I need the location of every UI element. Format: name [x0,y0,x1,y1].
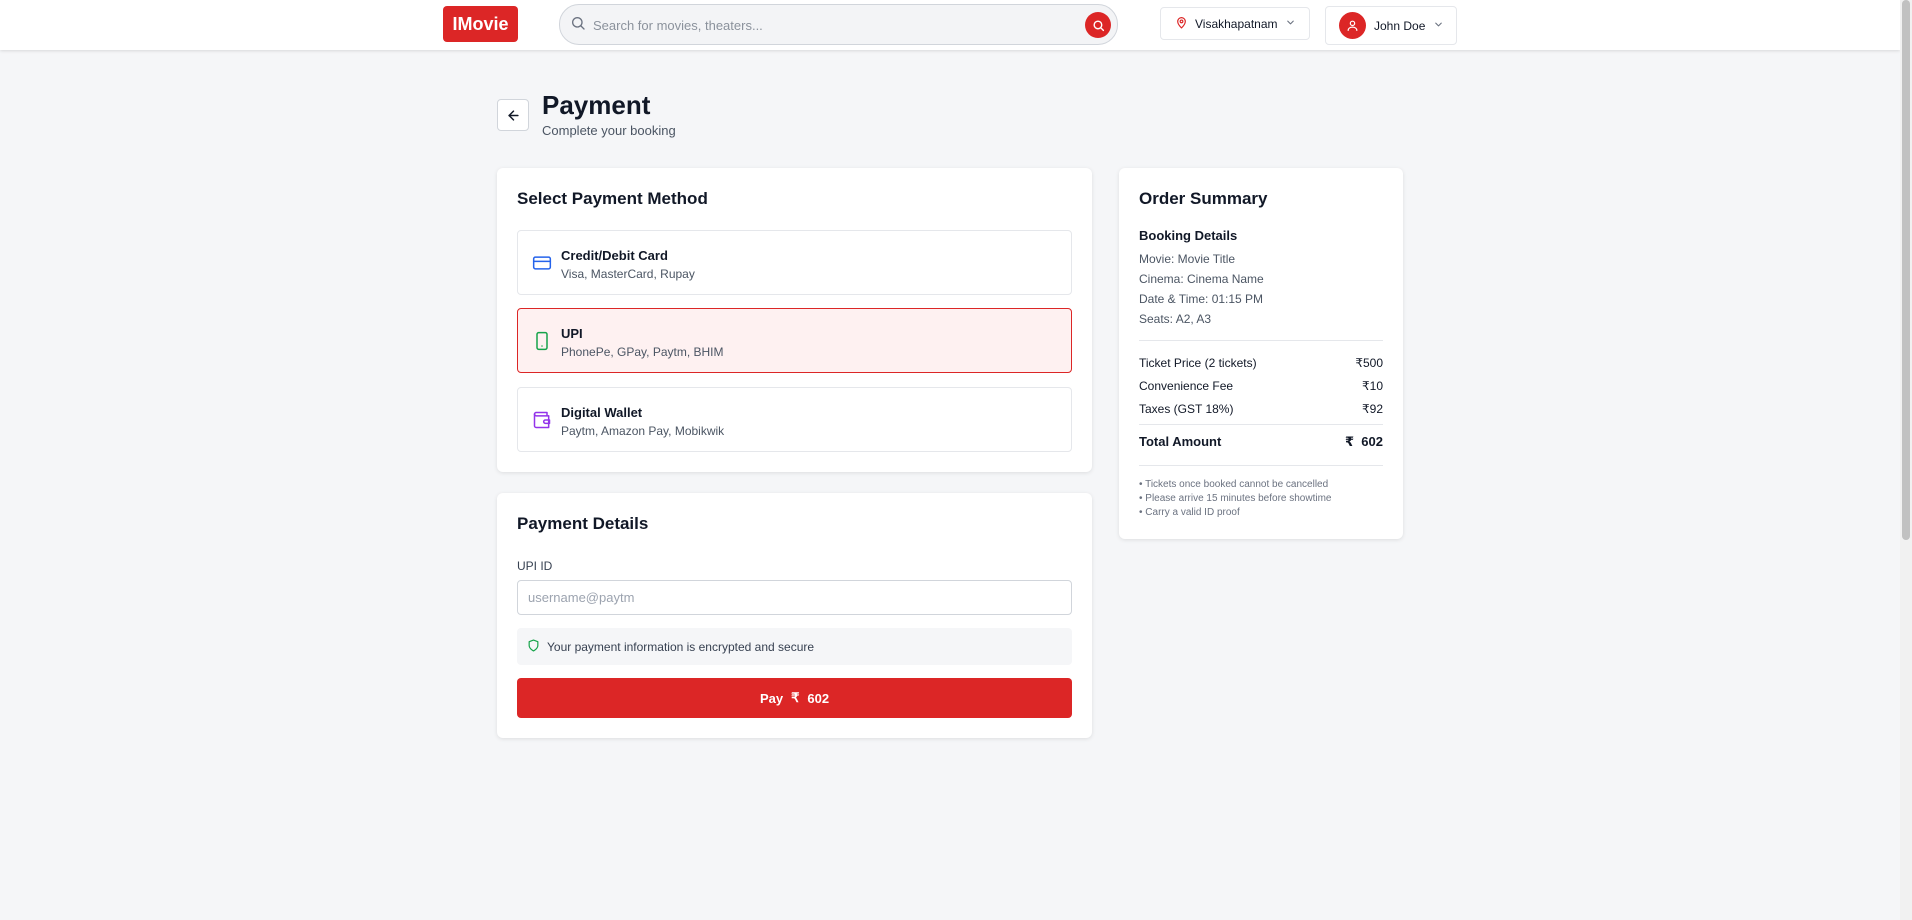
search-bar [559,4,1118,45]
total-row: Total Amount ₹ 602 [1139,434,1383,450]
location-label: Visakhapatnam [1195,16,1278,31]
booking-movie: Movie: Movie Title [1139,252,1236,266]
search-input[interactable] [593,14,1063,36]
total-value: ₹ 602 [1345,434,1383,449]
price-value: ₹92 [1362,402,1383,416]
arrow-left-icon [507,109,519,121]
logo[interactable]: IMovie [443,6,518,42]
payment-method-card: Select Payment Method Credit/Debit Card … [497,168,1092,472]
chevron-down-icon [1285,17,1296,31]
scrollbar-thumb[interactable] [1902,0,1910,540]
price-label: Convenience Fee [1139,379,1234,393]
method-card-option[interactable]: Credit/Debit Card Visa, MasterCard, Rupa… [517,230,1072,295]
method-name: Credit/Debit Card [561,248,668,263]
policy-note: • Tickets once booked cannot be cancelle… [1139,479,1329,490]
method-name: UPI [561,326,583,341]
booking-seats: Seats: A2, A3 [1139,312,1212,326]
method-description: Paytm, Amazon Pay, Mobikwik [561,424,725,438]
price-row: Convenience Fee ₹10 [1139,379,1383,393]
order-summary-title: Order Summary [1139,189,1268,208]
booking-datetime: Date & Time: 01:15 PM [1139,292,1264,306]
rupee-icon: ₹ [791,690,800,705]
price-label: Taxes (GST 18%) [1139,402,1234,416]
method-name: Digital Wallet [561,405,643,420]
pay-label: Pay [759,690,784,706]
user-name: John Doe [1374,18,1426,33]
avatar [1339,12,1366,39]
shield-icon [527,638,540,655]
upi-id-input[interactable] [517,580,1072,615]
page-title: Payment [542,90,651,120]
secure-notice: Your payment information is encrypted an… [517,628,1072,665]
user-menu[interactable]: John Doe [1325,6,1457,45]
upi-id-label: UPI ID [517,559,553,573]
policy-note: • Please arrive 15 minutes before showti… [1139,493,1332,504]
price-value: ₹10 [1362,379,1383,393]
payment-method-title: Select Payment Method [517,189,708,208]
secure-text: Your payment information is encrypted an… [547,639,815,654]
order-summary-card: Order Summary Booking Details Movie: Mov… [1119,168,1403,539]
back-button[interactable] [497,99,529,131]
method-description: PhonePe, GPay, Paytm, BHIM [561,345,724,359]
location-selector[interactable]: Visakhapatnam [1160,7,1310,40]
total-label: Total Amount [1139,434,1222,449]
payment-details-card: Payment Details UPI ID Your payment info… [497,493,1092,738]
credit-card-icon [532,253,552,278]
map-pin-icon [1175,16,1188,32]
divider [1139,424,1383,425]
page-subtitle: Complete your booking [542,123,676,138]
method-upi-option[interactable]: UPI PhonePe, GPay, Paytm, BHIM [517,308,1072,373]
divider [1139,340,1383,341]
divider [1139,465,1383,466]
search-button[interactable] [1085,12,1111,38]
price-row: Taxes (GST 18%) ₹92 [1139,402,1383,416]
price-value: ₹500 [1355,356,1383,370]
wallet-icon [532,410,552,435]
payment-details-title: Payment Details [517,514,649,533]
search-icon [570,15,586,36]
booking-cinema: Cinema: Cinema Name [1139,272,1264,286]
policy-note: • Carry a valid ID proof [1139,507,1240,518]
price-row: Ticket Price (2 tickets) ₹500 [1139,356,1383,370]
top-navbar: IMovie Visakhapatnam John Doe [0,0,1900,50]
booking-details-title: Booking Details [1139,228,1238,243]
price-label: Ticket Price (2 tickets) [1139,356,1257,370]
method-wallet-option[interactable]: Digital Wallet Paytm, Amazon Pay, Mobikw… [517,387,1072,452]
user-icon [1347,20,1358,31]
chevron-down-icon [1433,19,1444,33]
pay-button[interactable]: Pay ₹ 602 [517,678,1072,718]
smartphone-icon [532,331,552,356]
pay-amount: 602 [807,690,830,706]
method-description: Visa, MasterCard, Rupay [561,267,695,281]
